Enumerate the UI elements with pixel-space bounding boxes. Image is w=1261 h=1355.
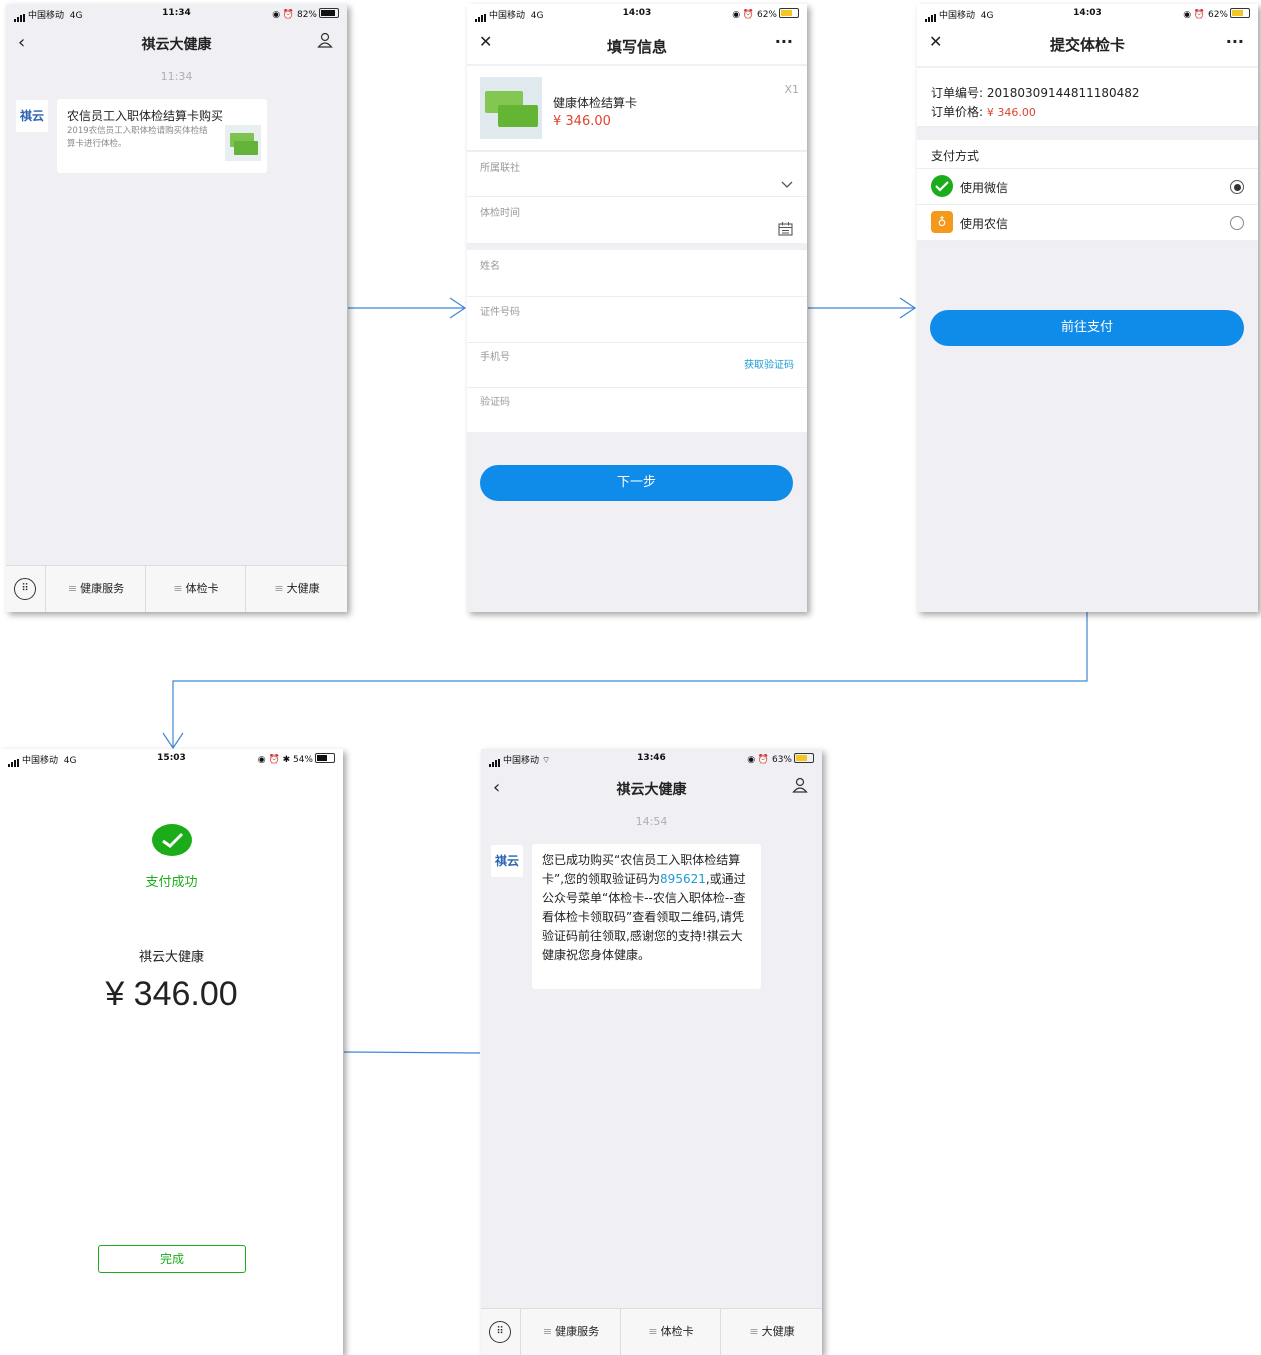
page-title: 填写信息 (606, 38, 667, 56)
product-image (480, 77, 542, 139)
product-price: ¥ 346.00 (553, 114, 611, 129)
status-bar: 中国移动 ⌔ 13:46 ◉ ⏰ 63% (481, 749, 822, 769)
profile-icon[interactable] (317, 32, 333, 52)
page-title: 提交体检卡 (1049, 36, 1125, 54)
calendar-icon (778, 221, 793, 240)
pay-method-header: 支付方式 (917, 140, 1258, 169)
go-pay-button[interactable]: 前往支付 (930, 310, 1244, 346)
menu-item-big-health[interactable]: ≡ 大健康 (720, 1309, 822, 1355)
exam-time-picker[interactable]: 体检时间 (467, 197, 807, 244)
more-icon[interactable]: ··· (1226, 32, 1244, 51)
screen-fill-info: 中国移动 4G 14:03 ◉ ⏰ 62% ✕ 填写信息 ··· 健康体检结算卡… (467, 4, 807, 612)
article-card[interactable]: 农信员工入职体检结算卡购买 2019农信员工入职体检请购买体检结算卡进行体检。 (57, 99, 267, 173)
keyboard-icon[interactable]: ⠿ (489, 1321, 511, 1343)
battery-icon (315, 753, 335, 763)
profile-icon[interactable] (792, 777, 808, 797)
merchant-name: 祺云大健康 (138, 950, 204, 965)
nav-bar: ✕ 提交体检卡 ··· (917, 28, 1258, 60)
article-title: 农信员工入职体检结算卡购买 (67, 109, 224, 123)
verification-code: 895621 (660, 872, 706, 886)
status-bar: 中国移动 4G 14:03 ◉ ⏰ 62% (917, 4, 1258, 24)
order-price-label: 订单价格: (931, 105, 984, 119)
order-info: 订单编号: 20180309144811180482 订单价格: ¥ 346.0… (917, 68, 1258, 127)
page-title: 祺云大健康 (141, 37, 212, 53)
nav-bar: ‹ 祺云大健康 (6, 28, 347, 60)
menu-item-big-health[interactable]: ≡ 大健康 (245, 566, 347, 612)
battery-icon (794, 753, 814, 763)
menu-item-health-service[interactable]: ≡ 健康服务 (520, 1309, 621, 1355)
pay-option-nongxin[interactable]: ♁ 使用农信 (917, 205, 1258, 241)
time-tag: 14:54 (635, 815, 668, 828)
get-code-button[interactable]: 获取验证码 (744, 356, 794, 371)
menu-bar: ⠿ ≡ 健康服务 ≡ 体检卡 ≡ 大健康 (6, 565, 347, 612)
radio-unselected-icon[interactable] (1230, 216, 1244, 230)
id-number-field[interactable]: 证件号码 (467, 297, 807, 343)
amount: ¥ 346.00 (105, 975, 238, 1013)
battery-icon (779, 8, 799, 18)
screen-chat-initial: 中国移动 4G 11:34 ◉ ⏰ 82% ‹ 祺云大健康 11:34 祺云 农… (6, 4, 347, 612)
avatar: 祺云 (491, 845, 523, 877)
product-qty: X1 (784, 83, 799, 96)
status-bar: 中国移动 4G 15:03 ◉ ⏰ ✱ 54% (0, 749, 343, 769)
phone-field[interactable]: 手机号 获取验证码 (467, 343, 807, 388)
code-field[interactable]: 验证码 (467, 388, 807, 432)
battery-icon (319, 8, 339, 18)
chevron-down-icon (781, 174, 793, 193)
status-bar: 中国移动 4G 11:34 ◉ ⏰ 82% (6, 4, 347, 24)
pay-option-wechat[interactable]: 使用微信 (917, 169, 1258, 205)
screen-submit-card: 中国移动 4G 14:03 ◉ ⏰ 62% ✕ 提交体检卡 ··· 订单编号: … (917, 4, 1258, 612)
menu-item-exam-card[interactable]: ≡ 体检卡 (620, 1309, 721, 1355)
success-text: 支付成功 (145, 875, 198, 890)
more-icon[interactable]: ··· (775, 32, 793, 51)
nongxin-pay-icon: ♁ (931, 211, 953, 233)
menu-item-exam-card[interactable]: ≡ 体检卡 (145, 566, 246, 612)
product-name: 健康体检结算卡 (553, 96, 638, 110)
nav-bar: ✕ 填写信息 ··· (467, 28, 807, 60)
menu-item-health-service[interactable]: ≡ 健康服务 (45, 566, 146, 612)
time-tag: 11:34 (160, 70, 193, 83)
product-row: 健康体检结算卡 ¥ 346.00 X1 (467, 66, 807, 151)
avatar: 祺云 (16, 100, 48, 132)
nav-bar: ‹ 祺云大健康 (481, 773, 822, 805)
screen-payment-success: 中国移动 4G 15:03 ◉ ⏰ ✱ 54% 支付成功 祺云大健康 ¥ 346… (0, 749, 343, 1355)
order-price: ¥ 346.00 (986, 106, 1036, 119)
next-step-button[interactable]: 下一步 (480, 465, 793, 501)
battery-icon (1230, 8, 1250, 18)
menu-bar: ⠿ ≡ 健康服务 ≡ 体检卡 ≡ 大健康 (481, 1308, 822, 1355)
wechat-success-icon (151, 823, 193, 861)
order-no: 20180309144811180482 (986, 86, 1140, 100)
page-title: 祺云大健康 (616, 782, 687, 798)
message-text: 您已成功购买“农信员工入职体检结算卡”,您的领取验证码为895621,或通过公众… (542, 853, 746, 962)
screen-chat-confirmation: 中国移动 ⌔ 13:46 ◉ ⏰ 63% ‹ 祺云大健康 14:54 祺云 您已… (481, 749, 822, 1355)
status-bar: 中国移动 4G 14:03 ◉ ⏰ 62% (467, 4, 807, 24)
keyboard-icon[interactable]: ⠿ (14, 578, 36, 600)
order-no-label: 订单编号: (931, 86, 984, 100)
article-desc: 2019农信员工入职体检请购买体检结算卡进行体检。 (67, 126, 208, 149)
done-button[interactable]: 完成 (98, 1245, 246, 1273)
radio-selected-icon[interactable] (1230, 180, 1244, 194)
message-bubble: 您已成功购买“农信员工入职体检结算卡”,您的领取验证码为895621,或通过公众… (532, 844, 761, 989)
article-thumbnail (225, 125, 261, 161)
branch-select[interactable]: 所属联社 (467, 152, 807, 197)
name-field[interactable]: 姓名 (467, 250, 807, 297)
wechat-pay-icon (931, 175, 953, 197)
